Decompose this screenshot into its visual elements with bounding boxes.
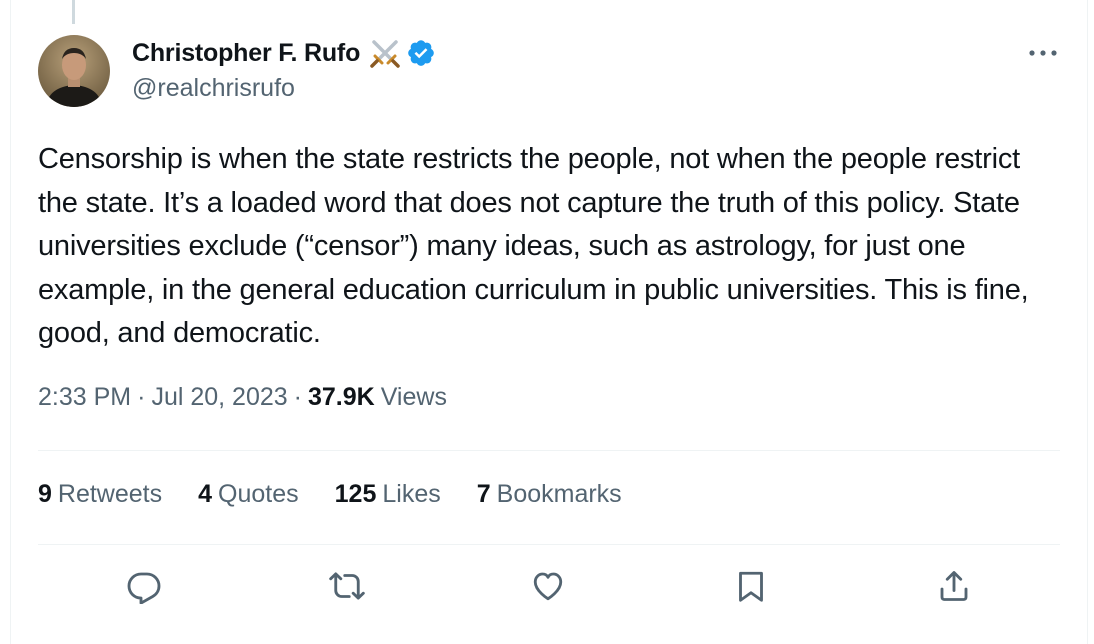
stat-label: Likes	[382, 480, 441, 508]
crossed-swords-icon	[368, 36, 402, 70]
share-button[interactable]	[934, 566, 974, 606]
share-icon	[940, 571, 968, 601]
verified-badge-icon[interactable]	[406, 38, 436, 68]
meta-separator: ·	[293, 383, 302, 411]
more-options-button[interactable]	[1026, 38, 1060, 68]
stat-count: 9	[38, 480, 52, 508]
tweet-text: Censorship is when the state restricts t…	[38, 143, 1029, 349]
retweet-icon	[329, 572, 365, 600]
divider	[38, 450, 1060, 451]
divider	[38, 544, 1060, 545]
reply-button[interactable]	[124, 566, 164, 606]
bookmark-icon	[739, 571, 763, 602]
like-icon	[533, 572, 563, 601]
retweet-button[interactable]	[327, 566, 367, 606]
meta-separator: ·	[137, 383, 146, 411]
views-label: Views	[380, 383, 447, 411]
stat-label: Retweets	[57, 480, 163, 508]
thread-connector-line	[72, 0, 75, 24]
tweet-time[interactable]: 2:33 PM	[38, 383, 131, 412]
stat-quotes[interactable]: 4 Quotes	[198, 480, 299, 509]
right-border	[1087, 0, 1088, 644]
stat-count: 4	[198, 480, 213, 508]
tweet-date[interactable]: Jul 20, 2023	[151, 383, 287, 412]
bookmark-button[interactable]	[731, 566, 771, 606]
tweet-meta: 2:33 PM · Jul 20, 2023 · 37.9K Views	[38, 383, 447, 412]
stat-likes[interactable]: 125 Likes	[335, 480, 441, 509]
author-display-name[interactable]: Christopher F. Rufo	[132, 39, 360, 68]
reply-icon	[127, 572, 161, 604]
stat-count: 7	[476, 480, 491, 508]
left-border	[10, 0, 11, 644]
stat-count: 125	[334, 480, 377, 508]
tweet-detail: Christopher F. Rufo @realchrisrufo Censo…	[0, 0, 1094, 644]
author-handle[interactable]: @realchrisrufo	[132, 74, 295, 103]
like-button[interactable]	[528, 566, 568, 606]
author-name-row: Christopher F. Rufo	[132, 36, 436, 70]
avatar[interactable]	[38, 35, 110, 107]
stat-label: Quotes	[218, 480, 299, 508]
more-dots-icon	[1029, 50, 1057, 56]
stat-bookmarks[interactable]: 7 Bookmarks	[477, 480, 622, 509]
engagement-stats: 9 Retweets 4 Quotes 125 Likes 7 Bookmarks	[38, 480, 622, 509]
stat-retweets[interactable]: 9 Retweets	[38, 480, 162, 509]
stat-label: Bookmarks	[496, 480, 622, 508]
views-count[interactable]: 37.9K	[308, 383, 375, 412]
